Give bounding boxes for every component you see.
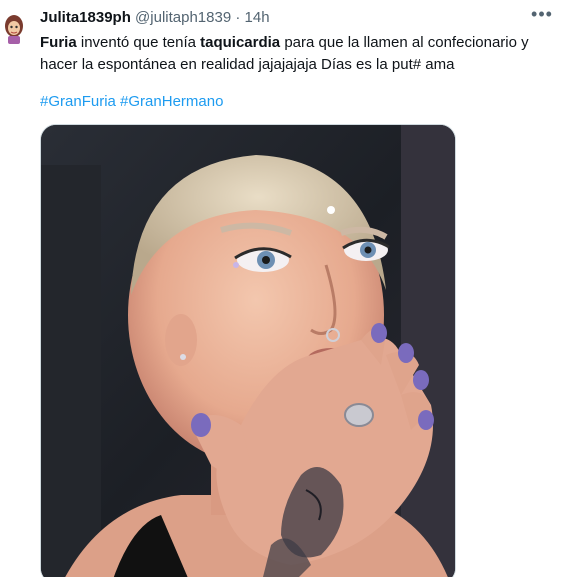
user-handle[interactable]: @julitaph1839	[135, 9, 231, 26]
timestamp[interactable]: 14h	[245, 9, 270, 26]
tweet: Julita1839ph @julitaph1839 · 14h ••• Fur…	[0, 0, 562, 577]
mention-bold-furia: Furia	[40, 34, 77, 51]
avatar[interactable]	[0, 8, 30, 48]
hashtag-granhermano[interactable]: #GranHermano	[120, 93, 223, 110]
hashtag-granfuria[interactable]: #GranFuria	[40, 93, 116, 110]
avatar-icon	[0, 12, 28, 44]
tweet-header: Julita1839ph @julitaph1839 · 14h	[40, 8, 532, 28]
more-options-icon[interactable]: •••	[528, 5, 556, 26]
tweet-text: Furia inventó que tenía taquicardia para…	[40, 32, 550, 76]
display-name[interactable]: Julita1839ph	[40, 9, 131, 26]
hashtag-row: #GranFuria #GranHermano	[40, 92, 223, 112]
photo-image	[41, 125, 455, 577]
tweet-photo[interactable]	[40, 124, 456, 577]
separator-dot: ·	[235, 9, 241, 26]
text-segment: inventó que tenía	[76, 34, 201, 51]
bold-word-taquicardia: taquicardia	[200, 34, 281, 51]
